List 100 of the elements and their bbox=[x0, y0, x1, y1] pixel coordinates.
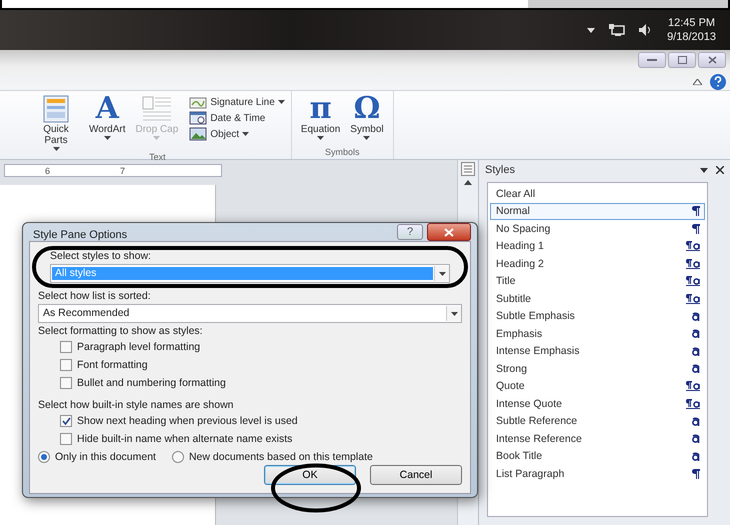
style-item[interactable]: Heading 1 bbox=[490, 238, 705, 255]
caret-icon bbox=[317, 136, 324, 140]
close-icon bbox=[444, 228, 454, 236]
checkbox[interactable] bbox=[60, 341, 72, 353]
style-item[interactable]: Quote bbox=[490, 378, 705, 395]
ruler-toggle-icon[interactable] bbox=[461, 162, 475, 176]
sort-dropdown[interactable]: As Recommended bbox=[38, 304, 462, 323]
character-style-icon bbox=[692, 452, 700, 461]
style-item[interactable]: Book Title bbox=[490, 448, 705, 465]
restore-icon bbox=[678, 56, 686, 64]
checkbox-label: Show next heading when previous level is used bbox=[77, 415, 298, 427]
style-item[interactable]: Subtle Reference bbox=[490, 412, 705, 430]
checkbox[interactable] bbox=[60, 433, 72, 445]
caret-icon bbox=[242, 132, 250, 136]
caret-icon bbox=[104, 136, 111, 140]
checkbox[interactable] bbox=[60, 415, 72, 427]
radio-label: Only in this document bbox=[55, 451, 156, 463]
object-icon bbox=[189, 127, 208, 141]
cancel-button[interactable]: Cancel bbox=[370, 465, 462, 485]
quick-parts-icon bbox=[43, 95, 69, 123]
character-style-icon bbox=[692, 312, 700, 321]
linked-style-icon bbox=[686, 241, 700, 252]
ruler-number: 7 bbox=[120, 166, 126, 176]
group-label: Text bbox=[148, 151, 167, 164]
linked-style-icon bbox=[686, 276, 700, 286]
radio-button[interactable] bbox=[172, 451, 184, 463]
style-item[interactable]: Normal bbox=[490, 202, 705, 220]
checkbox-label: Paragraph level formatting bbox=[77, 341, 200, 353]
style-item[interactable]: Strong bbox=[490, 360, 705, 378]
radio-button[interactable] bbox=[38, 451, 50, 463]
caret-icon bbox=[153, 136, 160, 140]
close-icon[interactable] bbox=[716, 166, 724, 174]
field-label: Select how list is sorted: bbox=[38, 290, 152, 302]
caret-icon bbox=[278, 100, 285, 104]
group-label: Symbols bbox=[324, 146, 360, 159]
network-icon[interactable] bbox=[609, 24, 626, 36]
paragraph-mark-icon bbox=[692, 224, 700, 234]
ruler-number: 6 bbox=[45, 166, 50, 176]
section-label: Select formatting to show as styles: bbox=[38, 325, 204, 337]
minimize-button[interactable] bbox=[638, 52, 666, 68]
section-label: Select how built-in style names are shown bbox=[38, 399, 235, 411]
linked-style-icon bbox=[686, 398, 700, 409]
close-button[interactable] bbox=[427, 223, 471, 241]
style-item[interactable]: List Paragraph bbox=[490, 465, 705, 482]
style-item[interactable]: Subtitle bbox=[490, 290, 705, 308]
calendar-icon bbox=[189, 111, 208, 125]
style-item[interactable]: Subtle Emphasis bbox=[490, 308, 705, 325]
checkbox-label: Hide built-in name when alternate name exists bbox=[77, 433, 292, 445]
pane-title: Styles bbox=[485, 164, 516, 176]
character-style-icon bbox=[692, 364, 700, 374]
caret-icon bbox=[438, 272, 446, 276]
radio-label: New documents based on this template bbox=[188, 451, 373, 463]
character-style-icon bbox=[692, 346, 700, 356]
character-style-icon bbox=[692, 416, 700, 426]
character-style-icon bbox=[692, 329, 700, 338]
caret-icon bbox=[450, 312, 458, 316]
ribbon-button[interactable]: Date & Time bbox=[189, 111, 285, 125]
style-item[interactable]: Emphasis bbox=[490, 325, 705, 342]
ribbon-button[interactable]: Ω Symbol bbox=[347, 95, 387, 146]
ribbon-button[interactable]: Signature Line bbox=[189, 95, 285, 109]
linked-style-icon bbox=[686, 258, 700, 269]
close-icon bbox=[708, 56, 716, 64]
scroll-up-icon[interactable] bbox=[464, 180, 472, 185]
collapse-ribbon-icon[interactable] bbox=[693, 79, 702, 85]
wordart-icon: A bbox=[96, 95, 119, 123]
style-item[interactable]: Intense Reference bbox=[490, 430, 705, 448]
linked-style-icon bbox=[686, 294, 700, 304]
symbol-glyph: π bbox=[310, 95, 332, 123]
symbol-glyph: Ω bbox=[354, 95, 380, 123]
checkbox[interactable] bbox=[60, 377, 72, 389]
style-item[interactable]: Intense Quote bbox=[490, 395, 705, 412]
style-item[interactable]: Clear All bbox=[490, 185, 705, 202]
help-button[interactable]: ? bbox=[397, 224, 423, 240]
drop-cap-icon bbox=[140, 95, 173, 123]
checkbox[interactable] bbox=[60, 359, 72, 371]
paragraph-mark-icon bbox=[692, 206, 700, 216]
ribbon-button[interactable]: Quick Parts bbox=[30, 95, 82, 151]
style-item[interactable]: Title bbox=[490, 272, 705, 290]
restore-button[interactable] bbox=[668, 52, 696, 68]
clock-time: 12:45 PM bbox=[668, 16, 716, 30]
close-button[interactable] bbox=[698, 52, 726, 68]
linked-style-icon bbox=[686, 381, 700, 392]
checkbox-label: Font formatting bbox=[77, 359, 148, 371]
ribbon-button[interactable]: π Equation bbox=[298, 95, 344, 146]
clock-date: 9/18/2013 bbox=[667, 30, 716, 44]
ribbon-button[interactable]: A WordArt bbox=[86, 95, 128, 151]
help-icon[interactable] bbox=[710, 74, 726, 90]
character-style-icon bbox=[692, 434, 700, 444]
dialog-title: Style Pane Options bbox=[32, 228, 128, 241]
style-item[interactable]: No Spacing bbox=[490, 220, 705, 238]
style-item[interactable]: Intense Emphasis bbox=[490, 342, 705, 360]
paragraph-mark-icon bbox=[692, 468, 700, 479]
tray-arrow-icon[interactable] bbox=[587, 28, 596, 32]
ribbon-button[interactable]: Object bbox=[189, 127, 285, 141]
style-item[interactable]: Heading 2 bbox=[490, 255, 705, 272]
pane-menu-icon[interactable] bbox=[700, 168, 708, 172]
minimize-icon bbox=[647, 58, 657, 62]
checkbox-label: Bullet and numbering formatting bbox=[77, 377, 226, 389]
field-label: Select styles to show: bbox=[50, 250, 152, 262]
caret-icon bbox=[52, 147, 60, 151]
